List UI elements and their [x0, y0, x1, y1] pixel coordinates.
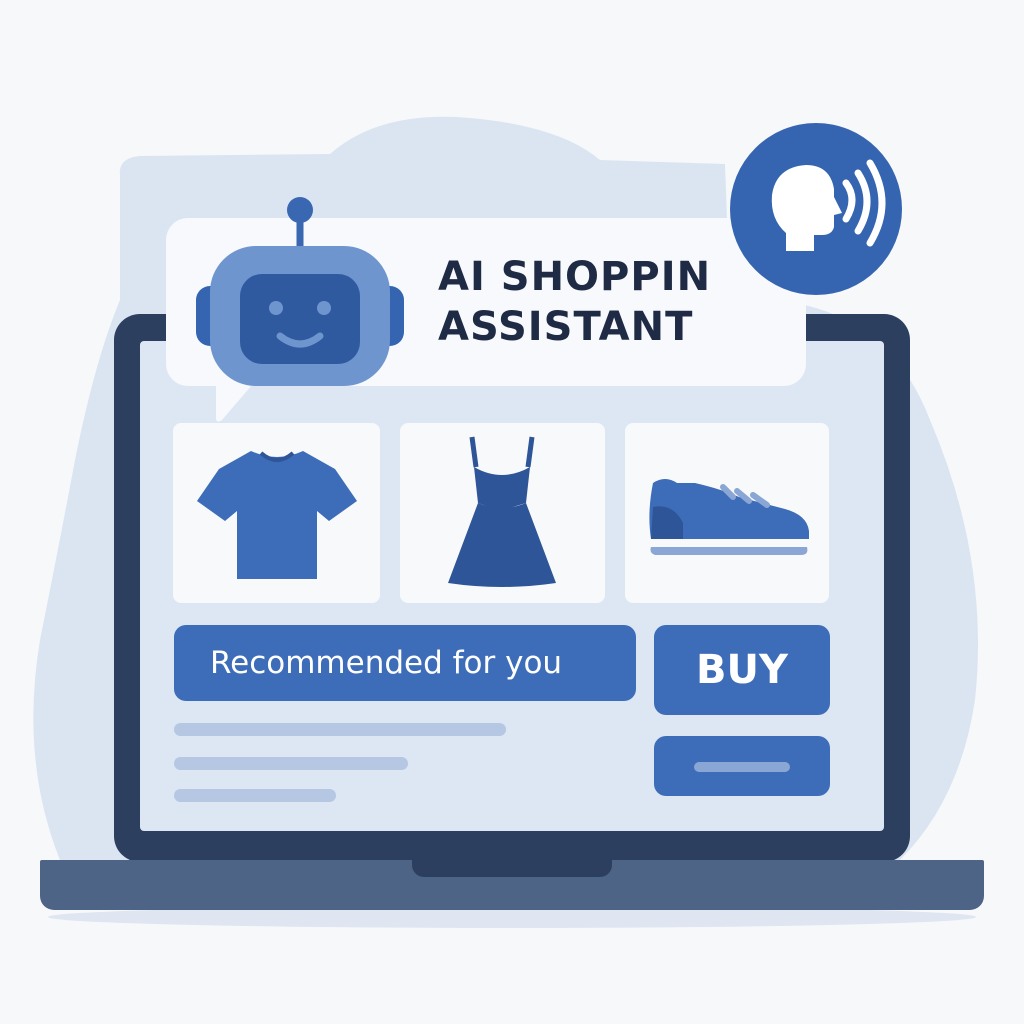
sneaker-icon — [649, 479, 809, 555]
robot-icon — [196, 197, 404, 386]
voice-speaking-head-icon — [771, 159, 886, 251]
text-placeholder-line — [174, 789, 336, 802]
laptop-notch — [412, 860, 612, 877]
product-card-sneaker[interactable] — [625, 423, 829, 603]
title-line-2: ASSISTANT — [438, 304, 694, 350]
text-placeholder-line — [174, 723, 506, 736]
secondary-button[interactable] — [654, 736, 830, 796]
text-placeholder-line — [174, 757, 408, 770]
dress-icon — [448, 436, 556, 587]
recommended-for-you-button[interactable]: Recommended for you — [174, 625, 636, 701]
buy-button[interactable]: BUY — [654, 625, 830, 715]
secondary-button-placeholder — [694, 762, 790, 772]
product-card-dress[interactable] — [400, 423, 605, 603]
product-card-tshirt[interactable] — [173, 423, 380, 603]
tshirt-icon — [197, 451, 357, 579]
voice-assistant-button[interactable] — [730, 123, 902, 295]
